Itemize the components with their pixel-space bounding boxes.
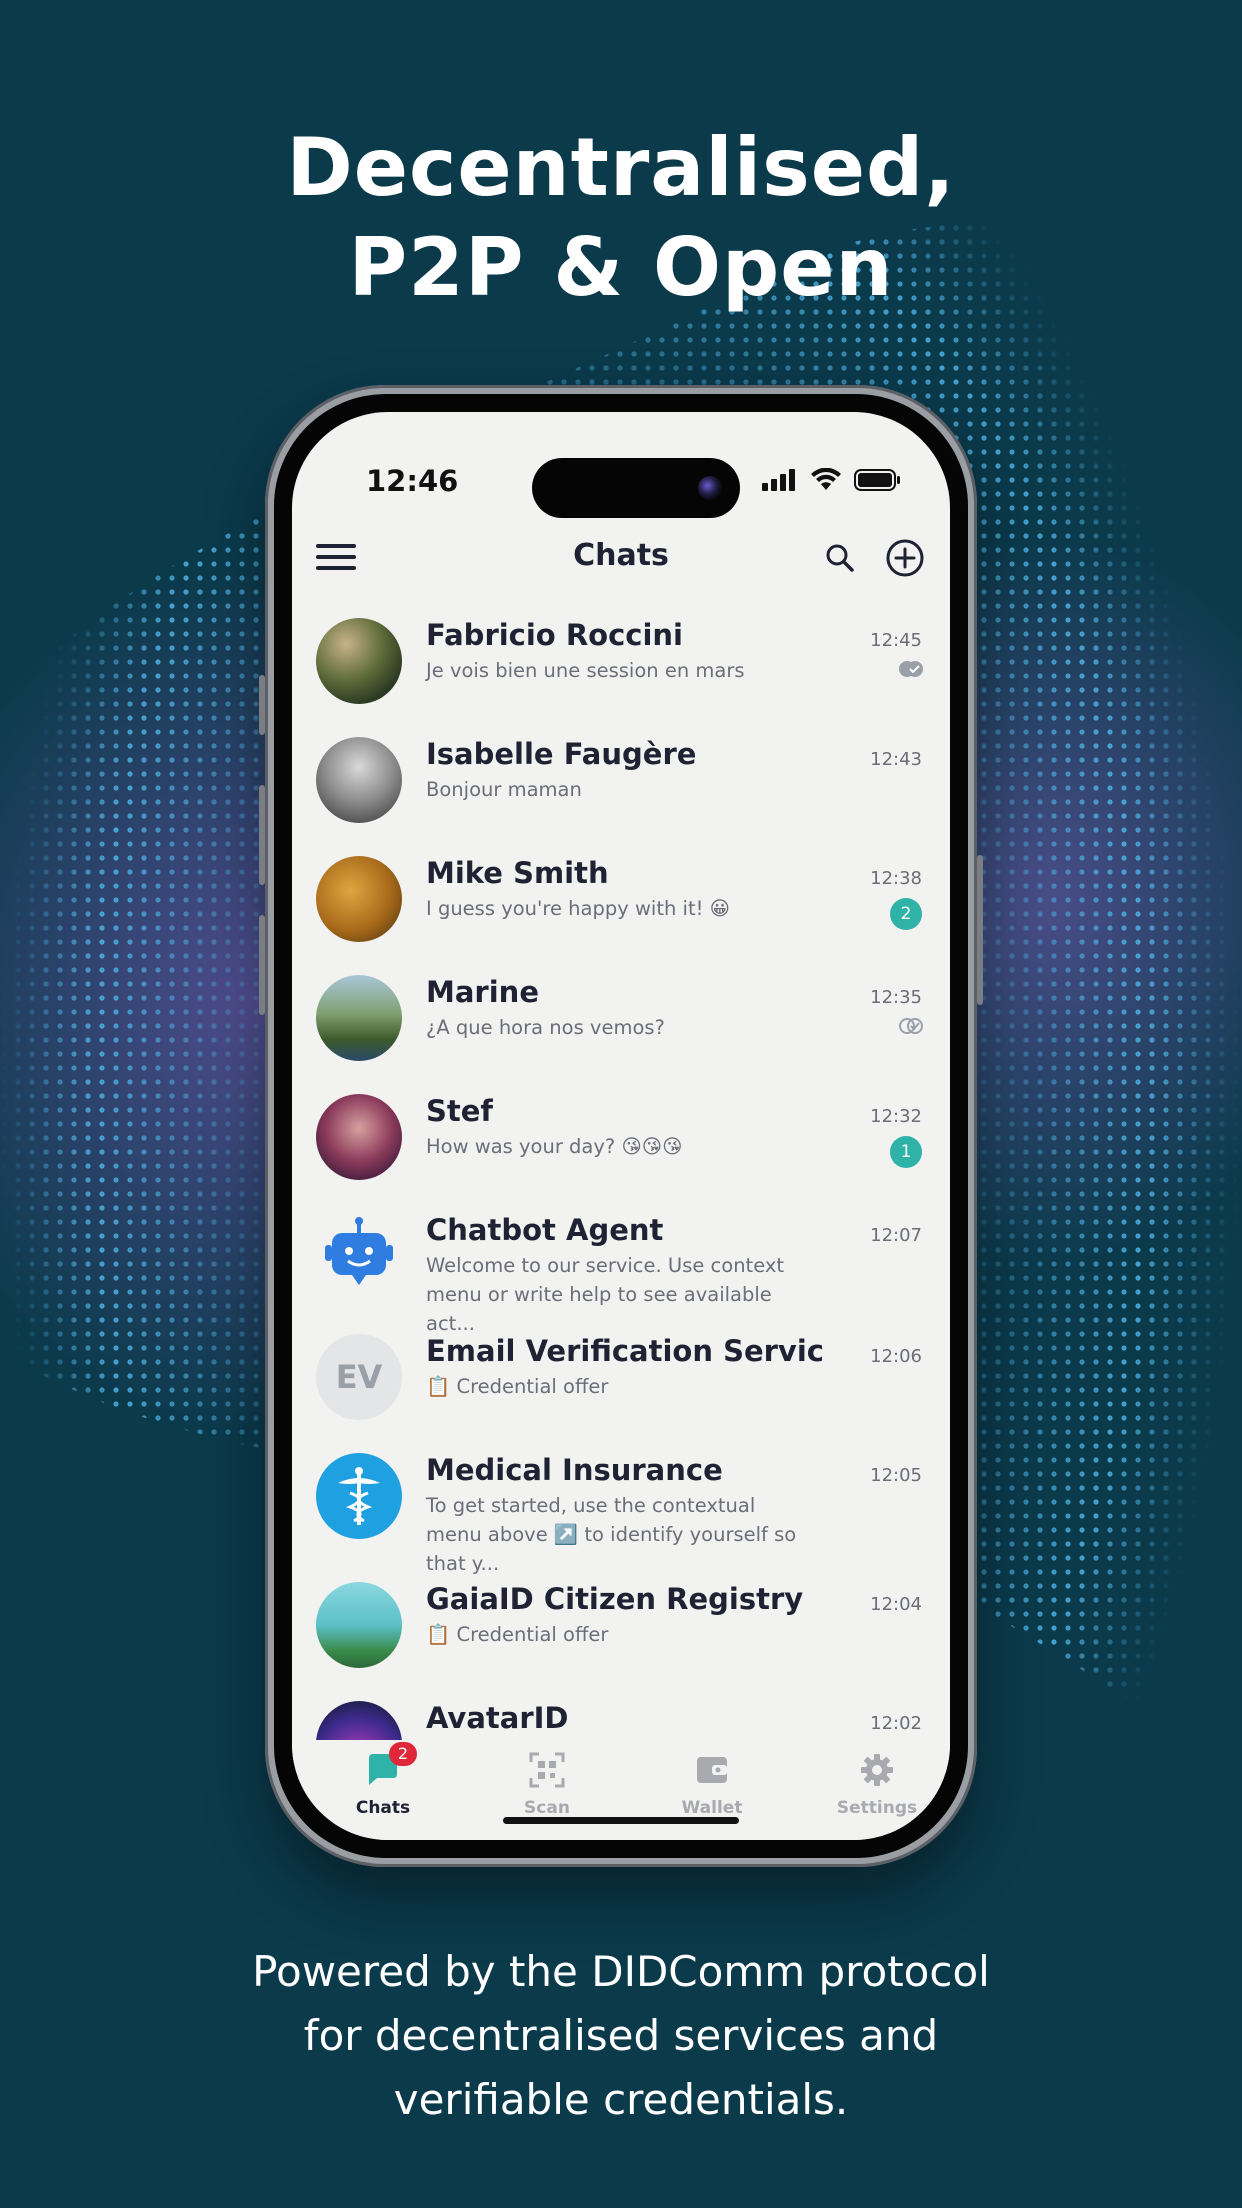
chat-row-gaiaid[interactable]: GaiaID Citizen Registry 📋 Credential off…	[292, 1572, 950, 1690]
phone-volume-down-button	[259, 915, 265, 1015]
chat-name: Email Verification Servic...	[426, 1334, 826, 1368]
avatar	[316, 1094, 402, 1180]
status-time: 12:46	[366, 464, 459, 498]
status-icons	[762, 468, 902, 492]
headline-line-2: P2P & Open	[348, 221, 894, 314]
avatar	[316, 1701, 402, 1741]
chat-preview: ¿A que hora nos vemos?	[426, 1016, 665, 1039]
footer-line-3: verifiable credentials.	[393, 2075, 849, 2124]
gear-icon	[859, 1752, 895, 1788]
chat-name: Stef	[426, 1094, 494, 1128]
chat-row-stef[interactable]: Stef How was your day? 😘😘😘 12:32 1	[292, 1084, 950, 1202]
avatar	[316, 618, 402, 704]
initials-avatar: EV	[316, 1334, 402, 1420]
tab-wallet[interactable]: Wallet	[637, 1752, 787, 1818]
chat-row-fabricio-roccini[interactable]: Fabricio Roccini Je vois bien une sessio…	[292, 608, 950, 726]
chat-preview: Je vois bien une session en mars	[426, 659, 745, 682]
phone-action-button	[259, 675, 265, 735]
chats-tab-badge: 2	[389, 1742, 417, 1766]
bottom-tab-bar: 2 Chats Scan Wallet Settings	[292, 1740, 950, 1840]
chat-time: 12:05	[870, 1465, 922, 1486]
chat-preview: 📋 Credential offer	[426, 1623, 609, 1646]
chat-name: Isabelle Faugère	[426, 737, 697, 771]
chat-row-isabelle-faugere[interactable]: Isabelle Faugère Bonjour maman 12:43	[292, 727, 950, 845]
chat-row-email-verification[interactable]: EV Email Verification Servic... 📋 Creden…	[292, 1324, 950, 1442]
chat-name: Mike Smith	[426, 856, 609, 890]
footer-tagline: Powered by the DIDComm protocol for dece…	[0, 1940, 1242, 2132]
avatar	[316, 856, 402, 942]
chat-preview: I guess you're happy with it! 😀	[426, 897, 730, 920]
chat-name: Fabricio Roccini	[426, 618, 683, 652]
footer-line-2: for decentralised services and	[303, 2011, 939, 2060]
chat-time: 12:32	[870, 1106, 922, 1127]
footer-line-1: Powered by the DIDComm protocol	[252, 1947, 990, 1996]
app-screen: 12:46 Chats Fabricio Roccini Je vois bie…	[292, 412, 950, 1840]
chat-preview: Bonjour maman	[426, 778, 582, 801]
battery-icon	[854, 469, 900, 491]
tab-label: Chats	[355, 1798, 411, 1818]
chat-time: 12:07	[870, 1225, 922, 1246]
home-indicator	[503, 1817, 739, 1824]
chat-bubble-icon: 2	[365, 1742, 417, 1788]
chat-name: Medical Insurance	[426, 1453, 723, 1487]
headline: Decentralised, P2P & Open	[0, 118, 1242, 318]
dynamic-island	[532, 458, 740, 518]
unread-badge: 1	[890, 1136, 922, 1168]
chat-time: 12:04	[870, 1594, 922, 1615]
wifi-icon	[811, 468, 841, 490]
chat-time: 12:06	[870, 1346, 922, 1367]
tab-chats[interactable]: 2 Chats	[308, 1742, 458, 1818]
avatar	[316, 975, 402, 1061]
caduceus-icon	[316, 1453, 402, 1539]
tab-scan[interactable]: Scan	[472, 1752, 622, 1818]
headline-line-1: Decentralised,	[286, 121, 956, 214]
chat-row-medical-insurance[interactable]: Medical Insurance To get started, use th…	[292, 1443, 950, 1575]
tab-settings[interactable]: Settings	[802, 1752, 950, 1818]
tab-label: Settings	[836, 1798, 918, 1818]
double-check-delivered-icon	[899, 1018, 923, 1034]
chat-name: Chatbot Agent	[426, 1213, 664, 1247]
cellular-signal-icon	[762, 469, 795, 491]
avatar	[316, 737, 402, 823]
robot-icon	[316, 1213, 402, 1299]
chat-time: 12:38	[870, 868, 922, 889]
chat-name: Marine	[426, 975, 539, 1009]
qr-scan-icon	[529, 1752, 565, 1788]
phone-volume-up-button	[259, 785, 265, 885]
camera-icon	[698, 476, 722, 500]
tab-label: Scan	[524, 1798, 570, 1818]
chat-row-chatbot-agent[interactable]: Chatbot Agent Welcome to our service. Us…	[292, 1203, 950, 1335]
chat-time: 12:35	[870, 987, 922, 1008]
chat-preview: How was your day? 😘😘😘	[426, 1135, 683, 1158]
chats-header: Chats	[292, 520, 950, 600]
chat-name: GaiaID Citizen Registry	[426, 1582, 804, 1616]
search-icon[interactable]	[822, 540, 858, 576]
chat-name: AvatarID	[426, 1701, 569, 1735]
wallet-icon	[694, 1752, 730, 1788]
phone-frame: 12:46 Chats Fabricio Roccini Je vois bie…	[259, 385, 983, 1867]
chat-preview: 📋 Credential offer	[426, 1375, 609, 1398]
chat-row-mike-smith[interactable]: Mike Smith I guess you're happy with it!…	[292, 846, 950, 964]
chat-preview: To get started, use the contextual menu …	[426, 1494, 797, 1575]
chat-row-avatarid[interactable]: AvatarID 12:02	[292, 1691, 950, 1741]
phone-power-button	[977, 855, 983, 1005]
chat-time: 12:45	[870, 630, 922, 651]
tab-label: Wallet	[681, 1798, 743, 1818]
avatar	[316, 1582, 402, 1668]
chat-time: 12:43	[870, 749, 922, 770]
unread-badge: 2	[890, 898, 922, 930]
chat-row-marine[interactable]: Marine ¿A que hora nos vemos? 12:35	[292, 965, 950, 1083]
double-check-read-icon	[899, 661, 923, 677]
plus-circle-icon[interactable]	[885, 538, 925, 578]
chat-time: 12:02	[870, 1713, 922, 1734]
